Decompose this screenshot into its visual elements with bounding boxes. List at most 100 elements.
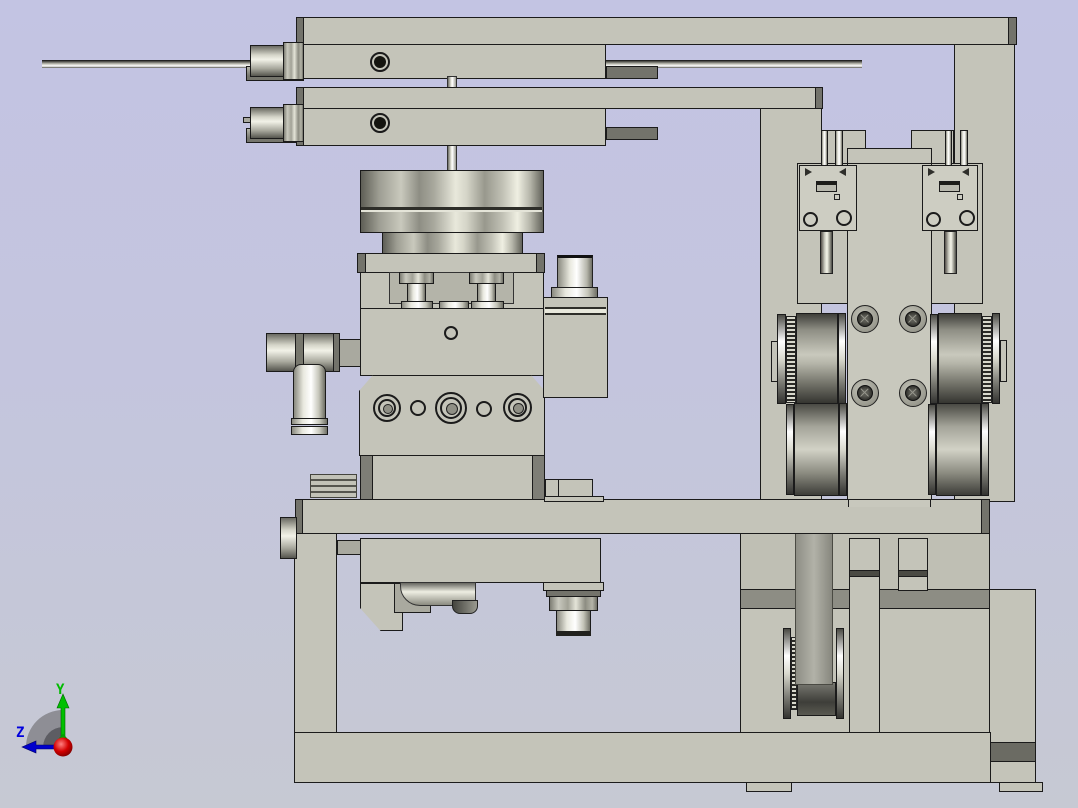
- connector-hex-nut: [549, 596, 598, 611]
- gripper-center-column[interactable]: [847, 163, 932, 503]
- bracket-hole: [836, 210, 852, 226]
- upper-slide-carriage[interactable]: [303, 44, 606, 79]
- hanger-post-b-cap: [898, 570, 928, 577]
- hanger-post-a: [849, 538, 880, 734]
- metal-elbow-tip: [452, 600, 478, 614]
- pulley-teeth: [786, 316, 796, 403]
- side-cylinder-cap: [551, 287, 598, 298]
- connector-ring: [291, 418, 328, 425]
- cap-screw-socket: [857, 385, 873, 401]
- drum-groove-highlight: [361, 210, 542, 212]
- arrow-mark-icon: [839, 168, 846, 176]
- roller-flange: [981, 403, 989, 496]
- standoff-shaft: [407, 283, 426, 303]
- block-hole: [444, 326, 458, 340]
- y-axis-label: Y: [56, 682, 65, 698]
- elbow-cap: [266, 333, 297, 372]
- side-cylinder[interactable]: [557, 255, 593, 288]
- pulley-flange: [838, 313, 846, 405]
- rotary-drum[interactable]: [360, 170, 544, 233]
- hanger-post-b: [898, 538, 928, 591]
- pulley-flange: [930, 314, 938, 404]
- timing-pulley-left[interactable]: [796, 313, 838, 405]
- bracket-hole: [959, 210, 975, 226]
- comb-prongs: [310, 474, 357, 498]
- arrow-mark-icon: [928, 168, 935, 176]
- face-boss-center: [383, 404, 393, 414]
- turret-top-plate-cap: [536, 253, 545, 273]
- lower-pulley-hub[interactable]: [797, 682, 836, 716]
- face-boss-center: [446, 403, 458, 415]
- lower-pulley-flange: [783, 628, 791, 719]
- lower-slide-end-cap: [815, 87, 823, 109]
- gripper-pin-left: [820, 231, 833, 274]
- tooling-block-main[interactable]: [360, 308, 544, 376]
- hanger-post-a-cap: [849, 570, 880, 577]
- bracket-square-hole: [957, 194, 963, 200]
- axis-triad[interactable]: Y Z: [14, 666, 106, 772]
- arrow-mark-icon: [805, 168, 812, 176]
- frame-foot-right: [999, 782, 1043, 792]
- lower-slide-body[interactable]: [297, 87, 822, 109]
- upper-fitting-nut: [283, 42, 304, 80]
- bracket-square-hole: [834, 194, 840, 200]
- face-hole: [410, 400, 426, 416]
- timing-pulley-right[interactable]: [938, 313, 982, 405]
- elbow-link: [339, 339, 361, 367]
- guide-roller-left[interactable]: [794, 403, 839, 496]
- lower-slide-port-hole: [374, 117, 386, 129]
- lower-fitting-cylinder[interactable]: [250, 107, 284, 139]
- bracket-clamp-right: [939, 181, 960, 192]
- bottom-plate-cap: [532, 455, 545, 500]
- frame-beam-right-edge: [981, 499, 990, 534]
- roller-flange: [786, 404, 794, 495]
- standoff-shaft: [477, 283, 496, 303]
- bottom-plate-cap: [360, 455, 373, 500]
- turret-top-plate: [357, 253, 545, 273]
- side-block-line: [545, 313, 606, 315]
- upper-slide-port-hole: [374, 56, 386, 68]
- roller-flange: [839, 403, 847, 496]
- cad-viewport[interactable]: Y Z: [0, 0, 1078, 808]
- origin-ball: [53, 737, 73, 757]
- roller-flange: [928, 404, 936, 495]
- turret-top-plate-cap: [357, 253, 366, 273]
- base-right-dark-band: [989, 742, 1036, 762]
- upper-slide-body[interactable]: [297, 17, 1016, 45]
- side-step-plate: [544, 496, 604, 502]
- gripper-pin-right: [944, 231, 957, 274]
- lower-fitting-nut: [283, 104, 304, 142]
- connector-ring: [291, 426, 328, 435]
- push-in-connector[interactable]: [293, 364, 326, 420]
- cap-screw-socket: [905, 311, 921, 327]
- pulley-axle: [1000, 340, 1007, 382]
- hanging-tabs: [337, 540, 361, 555]
- guide-roller-right[interactable]: [936, 403, 981, 496]
- upper-fitting-cylinder[interactable]: [250, 45, 284, 77]
- bracket-hole: [803, 212, 818, 227]
- connector-bottom-ring: [556, 631, 591, 636]
- arrow-mark-icon: [962, 168, 969, 176]
- upper-slide-end-cap: [1008, 17, 1017, 45]
- pulley-flange: [992, 313, 1000, 404]
- gripper-column-foot: [848, 499, 931, 507]
- drum-pedestal: [382, 232, 523, 254]
- lower-slide-carriage[interactable]: [303, 108, 606, 146]
- hanging-block[interactable]: [360, 538, 601, 583]
- lower-rail-strip: [606, 127, 658, 140]
- pulley-flange: [777, 314, 786, 404]
- frame-base-rail[interactable]: [294, 732, 991, 783]
- frame-foot-left: [746, 782, 792, 792]
- side-step-b: [558, 479, 593, 497]
- drive-belt[interactable]: [795, 533, 833, 685]
- bracket-clamp-left: [816, 181, 837, 192]
- frame-left-leg[interactable]: [294, 533, 337, 734]
- bracket-hole: [926, 212, 941, 227]
- lower-pulley-flange: [836, 628, 844, 719]
- upper-rail-strip: [606, 66, 658, 79]
- cap-screw-socket: [857, 311, 873, 327]
- z-axis-label: Z: [16, 725, 25, 741]
- beam-end-cylinder: [280, 517, 297, 559]
- face-boss-center: [513, 403, 524, 414]
- face-hole: [476, 401, 492, 417]
